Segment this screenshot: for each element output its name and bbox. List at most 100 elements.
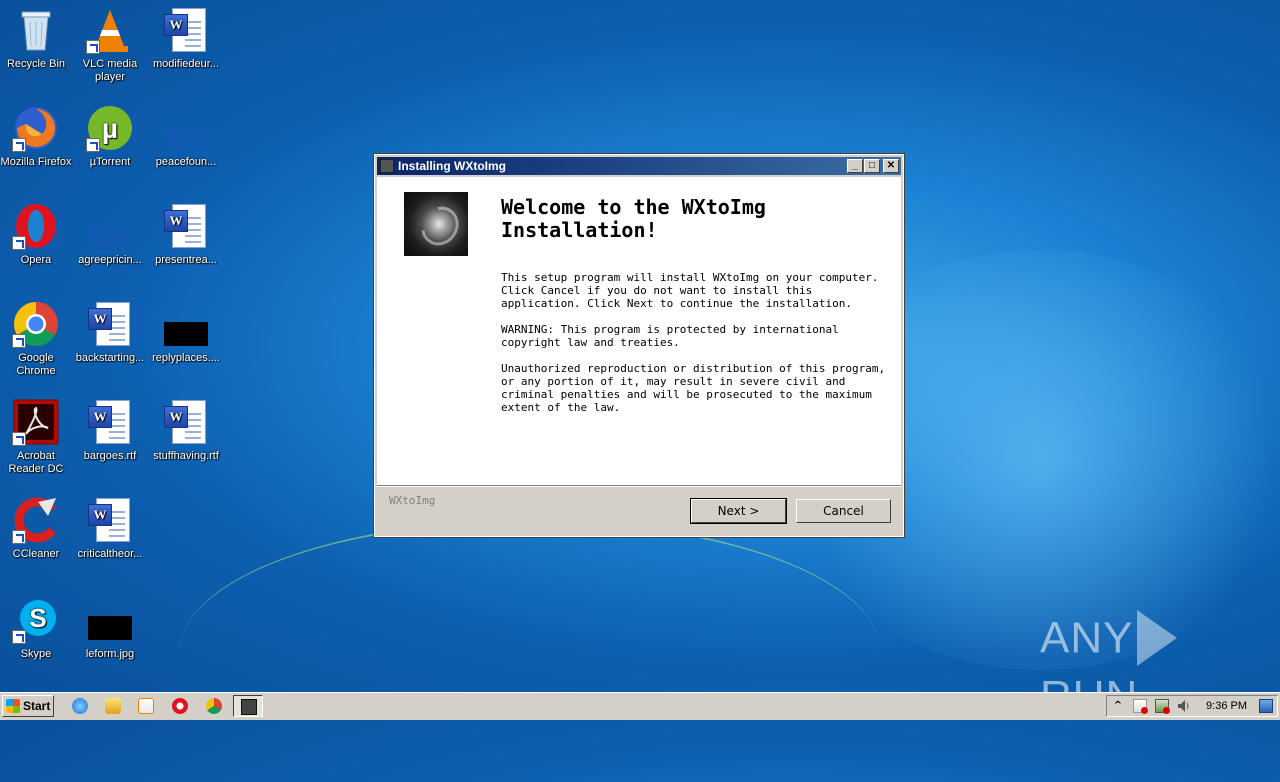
welcome-heading: Welcome to the WXtoImg Installation! xyxy=(501,195,766,242)
installer-app-icon xyxy=(380,159,394,173)
shortcut-arrow-icon xyxy=(12,630,26,644)
media-player-icon[interactable] xyxy=(138,698,154,714)
show-desktop-button[interactable] xyxy=(1259,699,1273,713)
shortcut-arrow-icon xyxy=(86,138,100,152)
desktop-icon-opera[interactable]: Opera xyxy=(0,202,74,267)
desktop-icon-stuffhaving[interactable]: W stuffhaving.rtf xyxy=(148,398,224,463)
thumbnail xyxy=(88,616,132,640)
desktop-icon-recycle-bin[interactable]: Recycle Bin xyxy=(0,6,74,71)
windows-logo-icon xyxy=(6,699,20,713)
dialog-title: Installing WXtoImg xyxy=(398,159,506,173)
desktop-icon-label: CCleaner xyxy=(12,548,60,560)
desktop-icon-label: modifiedeur... xyxy=(152,58,220,70)
volume-icon[interactable] xyxy=(1177,699,1191,713)
shortcut-arrow-icon xyxy=(12,432,26,446)
desktop-icon-skype[interactable]: S Skype xyxy=(0,596,74,661)
action-center-flag-icon[interactable] xyxy=(1133,699,1148,714)
desktop-icon-vlc[interactable]: VLC media player xyxy=(72,6,148,84)
legal-paragraph: Unauthorized reproduction or distributio… xyxy=(501,362,886,414)
desktop-icon-label: Mozilla Firefox xyxy=(0,156,72,168)
desktop-icon-label: Recycle Bin xyxy=(6,58,66,70)
close-button[interactable]: ✕ xyxy=(883,159,899,173)
system-tray: ^ 9:36 PM xyxy=(1106,695,1278,717)
file-explorer-icon[interactable] xyxy=(105,698,121,714)
desktop-icon-label: Acrobat Reader DC xyxy=(8,450,64,475)
word-document-icon: W xyxy=(162,6,210,54)
desktop-icon-bargoes[interactable]: W bargoes.rtf xyxy=(72,398,148,463)
desktop-icon-replyplaces[interactable]: replyplaces.... xyxy=(148,300,224,365)
minimize-button[interactable]: _ xyxy=(847,159,863,173)
shortcut-arrow-icon xyxy=(12,334,26,348)
intro-paragraph: This setup program will install WXtoImg … xyxy=(501,271,879,310)
desktop-icon-label: agreepricin... xyxy=(78,254,142,266)
desktop-icon-label: Skype xyxy=(20,648,52,660)
start-label: Start xyxy=(23,699,51,713)
desktop-icon-criticaltheor[interactable]: W criticaltheor... xyxy=(72,496,148,561)
desktop-icon-agreepricing[interactable]: agreepricin... xyxy=(72,202,148,267)
svg-text:S: S xyxy=(29,603,46,633)
file-icon xyxy=(86,202,134,250)
chrome-taskbar-icon[interactable] xyxy=(206,698,222,714)
thumbnail xyxy=(164,322,208,346)
network-icon[interactable] xyxy=(1155,699,1170,714)
shortcut-arrow-icon xyxy=(12,236,26,250)
wxtoimg-satellite-logo xyxy=(404,192,468,256)
word-document-icon: W xyxy=(86,398,134,446)
desktop-icon-label: replyplaces.... xyxy=(152,352,220,364)
word-document-icon: W xyxy=(162,398,210,446)
desktop-icon-label: µTorrent xyxy=(89,156,131,168)
desktop-icon-backstarting[interactable]: W backstarting... xyxy=(72,300,148,365)
internet-explorer-icon[interactable] xyxy=(72,698,88,714)
desktop-icon-label: presentrea... xyxy=(155,254,217,266)
desktop-icon-modifiedeur[interactable]: W modifiedeur... xyxy=(148,6,224,71)
footer-brand: WXtoImg xyxy=(389,494,436,507)
recycle-bin-icon xyxy=(12,6,60,54)
blank-thumbnail xyxy=(90,228,130,248)
file-icon xyxy=(162,104,210,152)
desktop-icon-label: criticaltheor... xyxy=(77,548,143,560)
desktop-icon-label: backstarting... xyxy=(75,352,145,364)
black-thumbnail-icon xyxy=(86,596,134,644)
desktop-icon-peacefoun[interactable]: peacefoun... xyxy=(148,104,224,169)
taskbar: Start ^ 9:36 PM xyxy=(0,692,1280,720)
desktop-icon-ccleaner[interactable]: CCleaner xyxy=(0,496,74,561)
vlc-icon xyxy=(86,6,134,54)
desktop-icon-chrome[interactable]: Google Chrome xyxy=(0,300,74,378)
installer-dialog: Installing WXtoImg _ □ ✕ Welcome to the … xyxy=(373,153,905,538)
opera-taskbar-icon[interactable] xyxy=(172,698,188,714)
chrome-icon xyxy=(12,300,60,348)
word-document-icon: W xyxy=(86,300,134,348)
word-document-icon: W xyxy=(86,496,134,544)
play-icon xyxy=(1137,610,1178,666)
cancel-button[interactable]: Cancel xyxy=(796,499,891,523)
acrobat-icon xyxy=(12,398,60,446)
desktop-icon-label: Google Chrome xyxy=(16,352,56,377)
desktop-icon-label: bargoes.rtf xyxy=(83,450,137,462)
clock[interactable]: 9:36 PM xyxy=(1206,696,1247,716)
taskbar-installer-button[interactable] xyxy=(233,695,263,717)
start-button[interactable]: Start xyxy=(2,695,54,717)
desktop-icon-presentrea[interactable]: W presentrea... xyxy=(148,202,224,267)
desktop-icon-utorrent[interactable]: µ µTorrent xyxy=(72,104,148,169)
firefox-icon xyxy=(12,104,60,152)
desktop-icon-leform[interactable]: leform.jpg xyxy=(72,596,148,661)
desktop-icon-firefox[interactable]: Mozilla Firefox xyxy=(0,104,74,169)
dialog-content: Welcome to the WXtoImg Installation! Thi… xyxy=(377,177,901,485)
blank-thumbnail xyxy=(166,130,206,150)
desktop-swirl xyxy=(180,520,880,782)
skype-icon: S xyxy=(12,596,60,644)
word-document-icon: W xyxy=(162,202,210,250)
desktop-icon-label: Opera xyxy=(20,254,52,266)
next-button[interactable]: Next > xyxy=(690,498,787,524)
black-thumbnail-icon xyxy=(162,300,210,348)
watermark-left: ANY xyxy=(1040,613,1134,663)
shortcut-arrow-icon xyxy=(86,40,100,54)
show-hidden-icons-button[interactable]: ^ xyxy=(1111,699,1125,713)
maximize-button[interactable]: □ xyxy=(864,159,880,173)
dialog-titlebar[interactable]: Installing WXtoImg _ □ ✕ xyxy=(377,157,901,175)
desktop-icon-label: stuffhaving.rtf xyxy=(153,450,219,462)
footer-separator xyxy=(377,485,901,486)
desktop-icon-label: peacefoun... xyxy=(155,156,217,168)
shortcut-arrow-icon xyxy=(12,138,26,152)
desktop-icon-acrobat[interactable]: Acrobat Reader DC xyxy=(0,398,74,476)
